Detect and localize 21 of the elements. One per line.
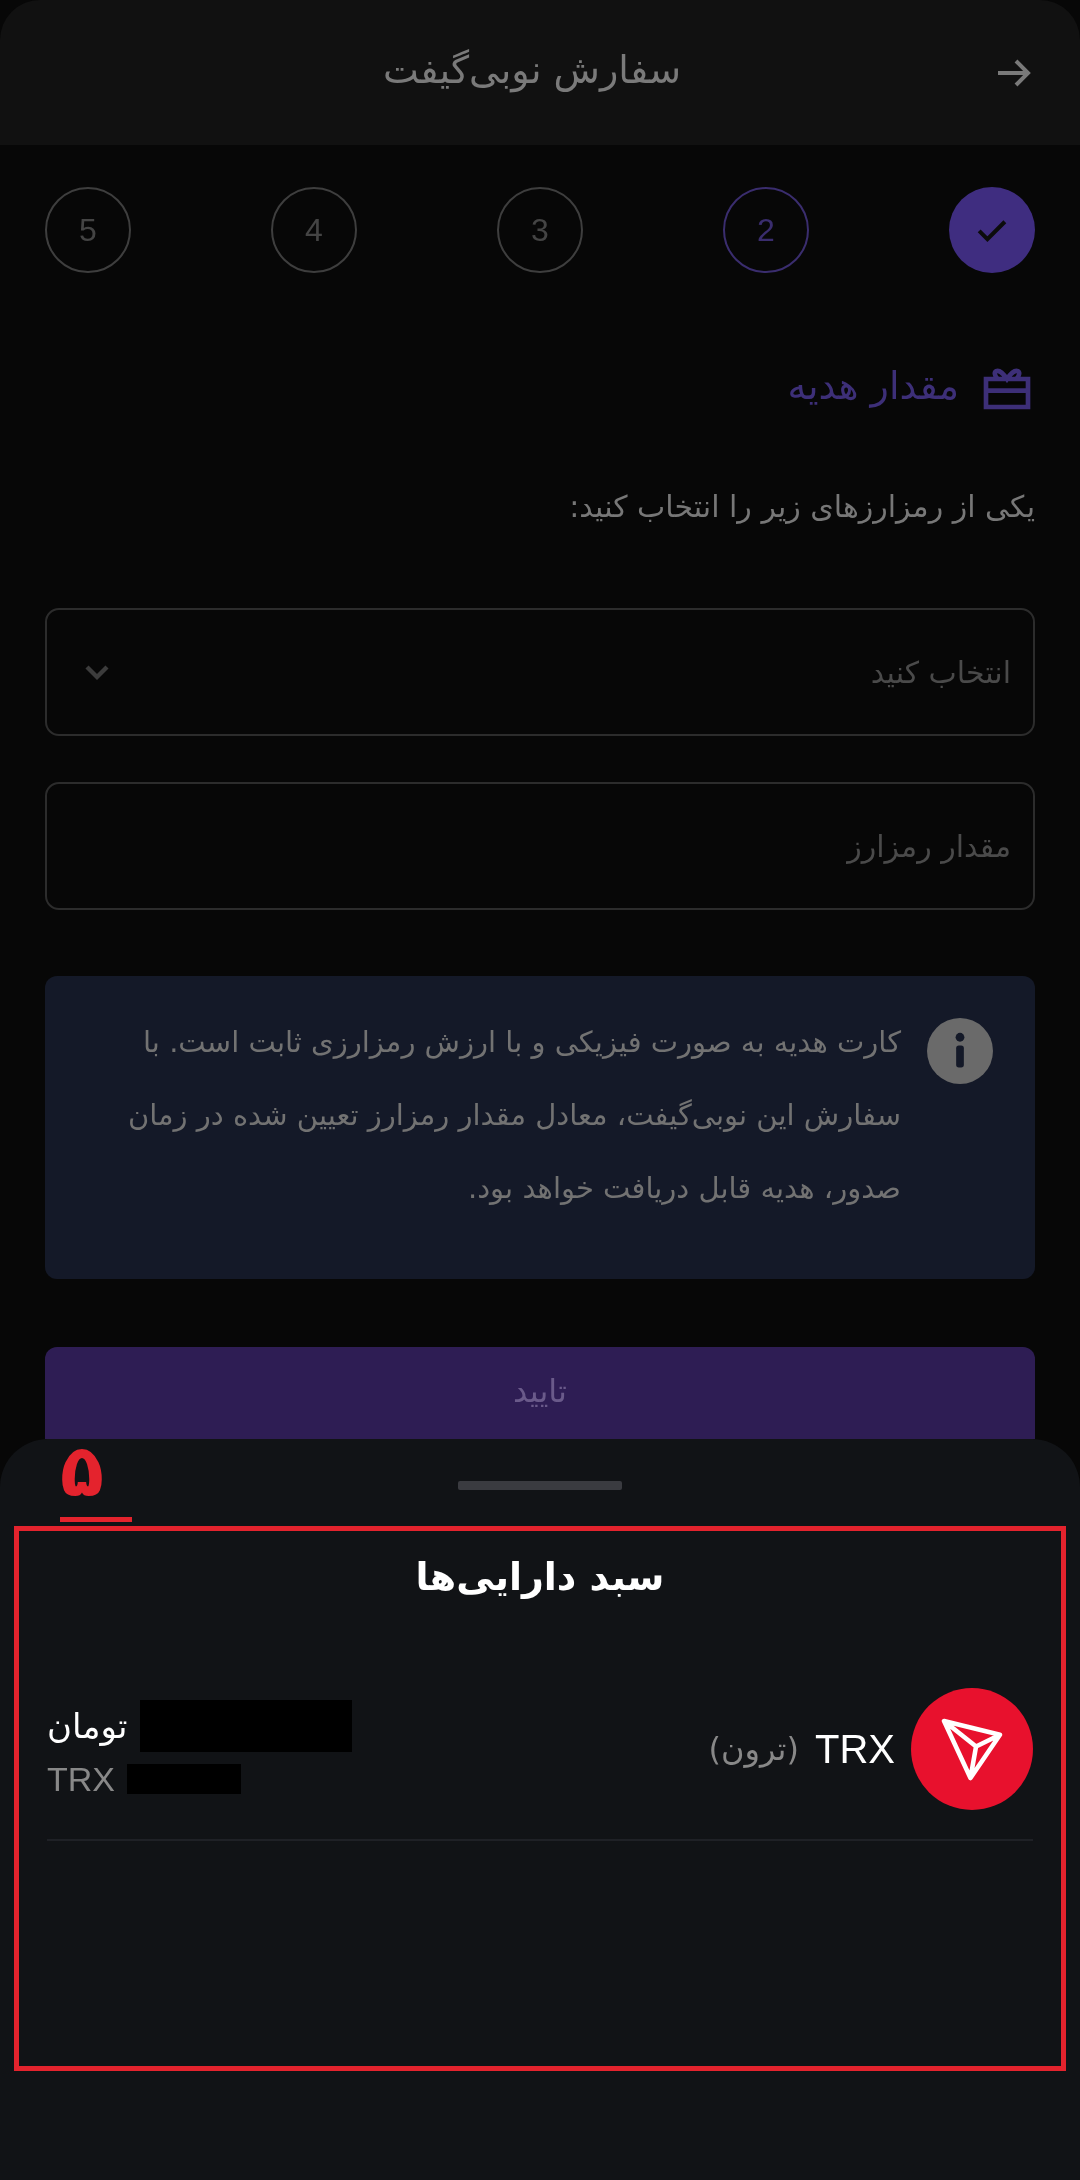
amount-field[interactable]: مقدار رمزارز <box>45 782 1035 910</box>
coin-symbol: TRX <box>815 1726 895 1772</box>
currency-dropdown[interactable]: انتخاب کنید <box>45 608 1035 736</box>
coin-logo-icon <box>911 1688 1033 1810</box>
instruction-text: یکی از رمزارزهای زیر را انتخاب کنید: <box>568 489 1035 524</box>
sheet-title: سبد دارایی‌ها <box>414 1555 666 1599</box>
step-indicator: 5 <box>45 187 131 273</box>
confirm-button[interactable]: تایید <box>45 1347 1035 1439</box>
section-title: مقدار هدیه <box>787 364 959 408</box>
info-icon <box>927 1018 993 1084</box>
sheet-handle[interactable] <box>458 1481 622 1490</box>
step-marker: ۵ <box>60 1441 104 1503</box>
coin-name: (ترون) <box>708 1730 799 1768</box>
crypto-unit: TRX <box>47 1759 115 1799</box>
step-indicator: 2 <box>723 187 809 273</box>
page-title: سفارش نوبی‌گیفت <box>382 47 682 95</box>
info-text: کارت هدیه به صورت فیزیکی و با ارزش رمزارزی ثابت است. با سفارش این نوبی‌گیفت، معادل مقدار رمزارز تعیین شده در زمان صدور، هدیه قابل دریافت خواهد بود. <box>126 1024 901 1207</box>
step-indicator: 4 <box>271 187 357 273</box>
fiat-unit: تومان <box>47 1705 128 1746</box>
marker-underline <box>60 1517 132 1522</box>
step-indicator: 3 <box>497 187 583 273</box>
